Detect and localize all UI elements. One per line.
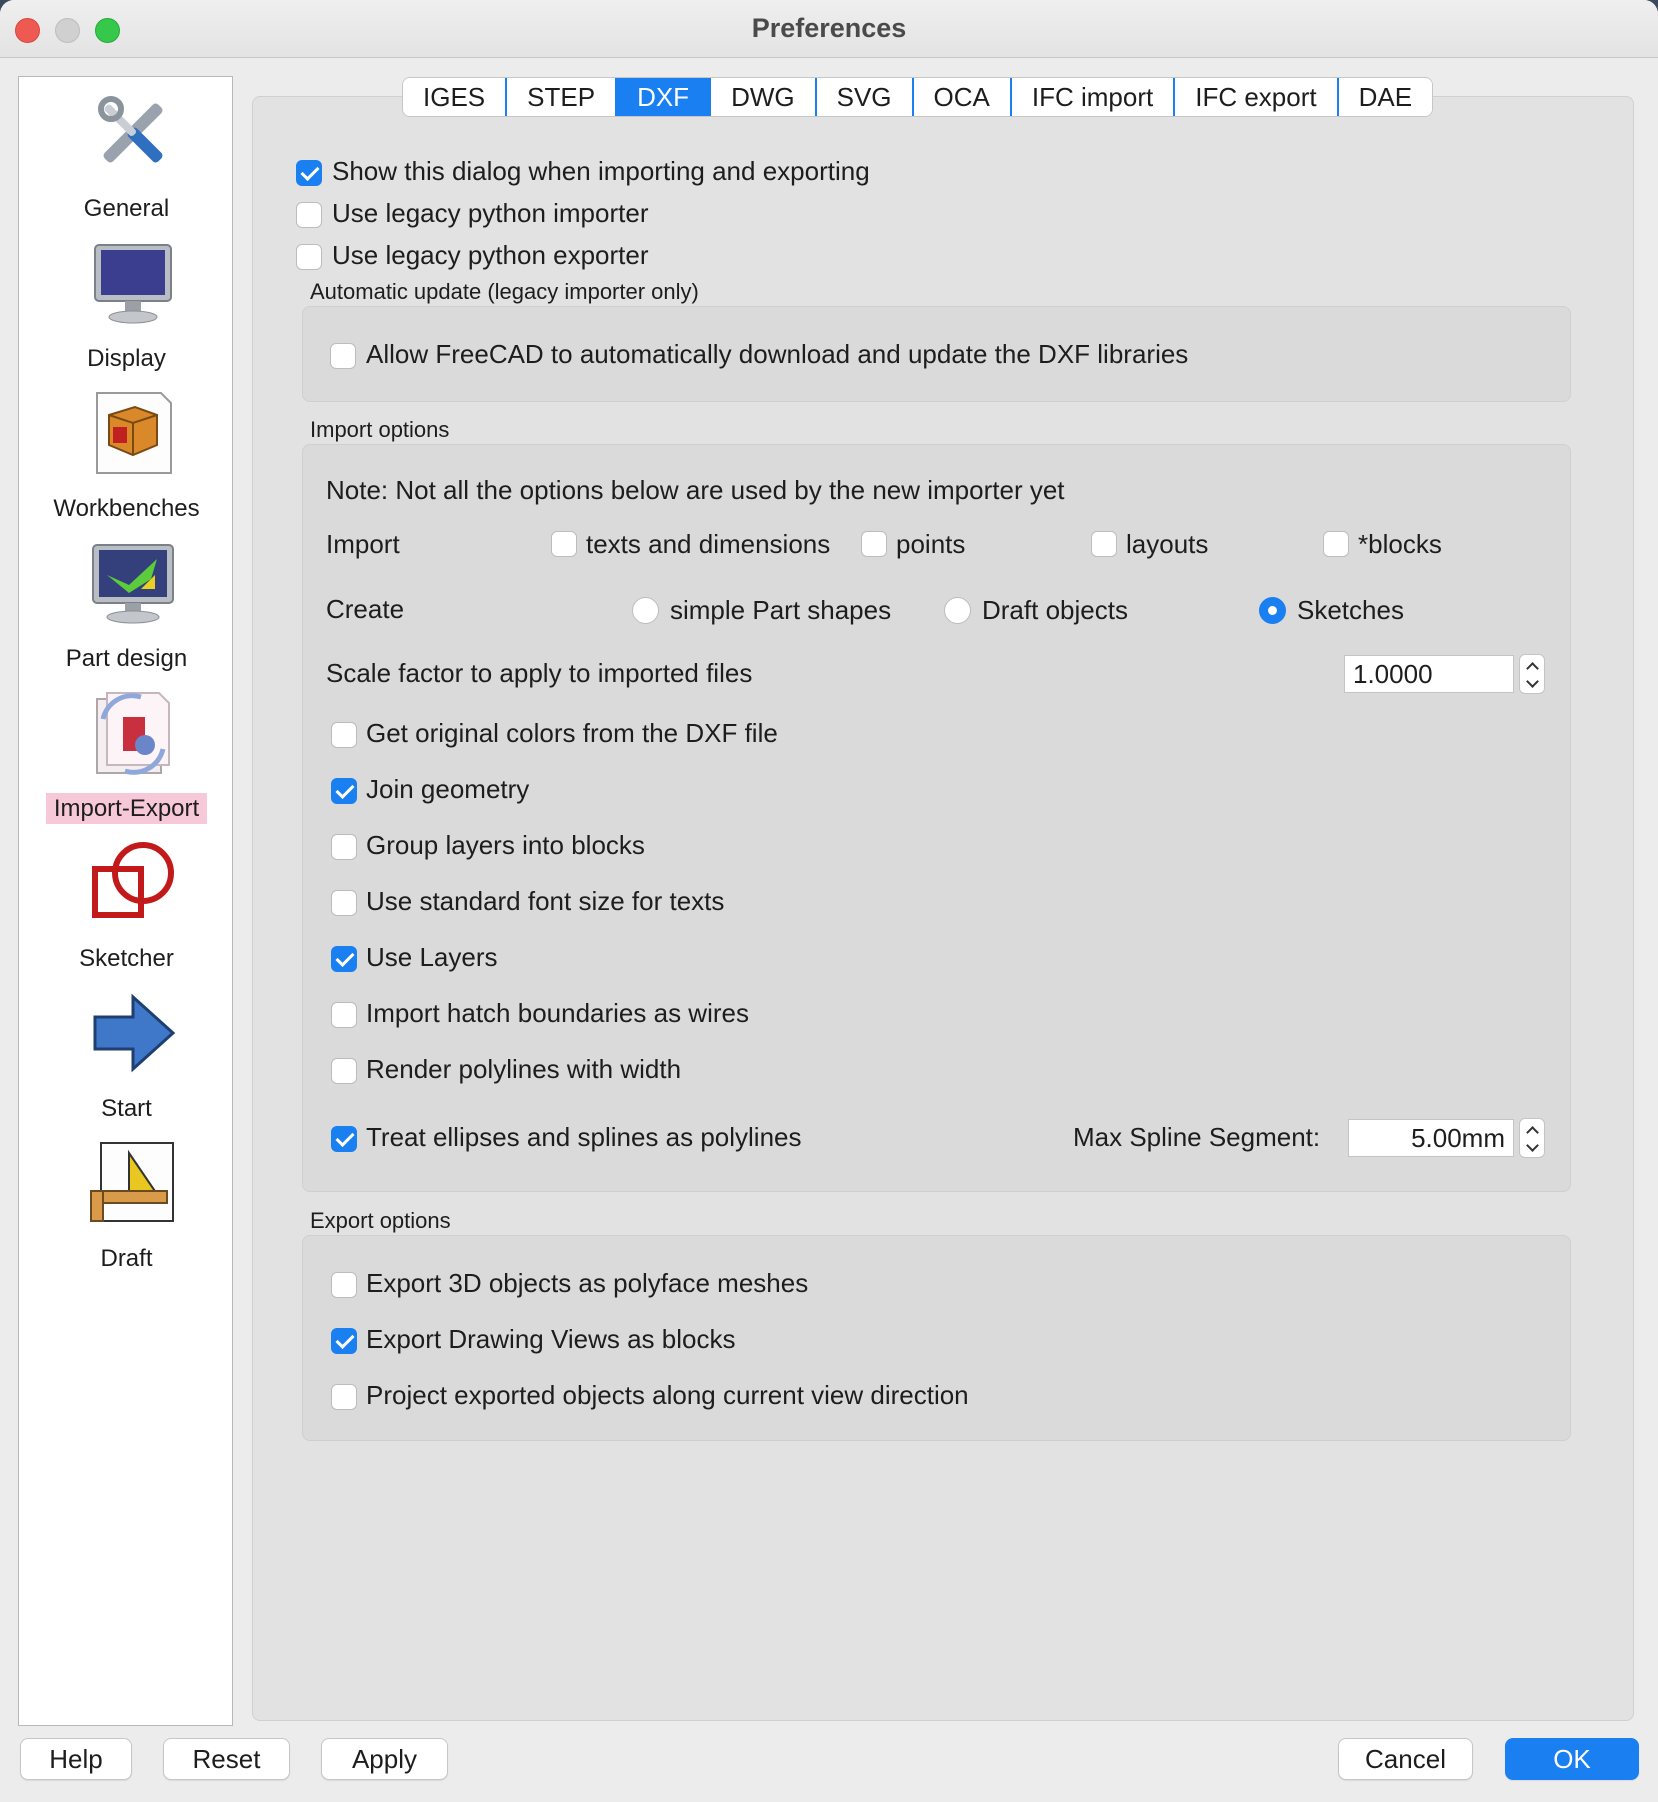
tools-icon [98,96,163,163]
use-layers-checkbox[interactable] [331,946,357,972]
create-row-label: Create [326,594,405,624]
join-geometry-checkbox[interactable] [331,778,357,804]
import-export-icon [96,692,170,775]
import-layouts-label: layouts [1126,529,1209,559]
polyface-meshes-label: Export 3D objects as polyface meshes [366,1268,809,1298]
part-design-icon [92,544,174,624]
sketcher-icon [92,842,174,918]
import-texts-label: texts and dimensions [586,529,831,559]
scale-factor-input[interactable]: 1.0000 [1344,655,1514,693]
polylines-width-checkbox[interactable] [331,1058,357,1084]
reset-button[interactable]: Reset [163,1738,290,1780]
import-note: Note: Not all the options below are used… [326,475,1065,505]
allow-download-label: Allow FreeCAD to automatically download … [366,339,1189,369]
sidebar-item-label: Part design [65,645,188,672]
create-draft-objects-radio[interactable] [944,597,971,624]
create-part-shapes-radio[interactable] [632,597,659,624]
ok-button[interactable]: OK [1505,1738,1639,1780]
help-button[interactable]: Help [20,1738,132,1780]
tab-ifc-import[interactable]: IFC import [1011,78,1176,116]
use-layers-label: Use Layers [366,942,498,972]
tab-dae[interactable]: DAE [1338,78,1433,116]
sidebar-item-label: Display [87,345,166,372]
tab-oca[interactable]: OCA [913,78,1012,116]
max-spline-label: Max Spline Segment: [1073,1122,1321,1152]
sidebar-item-start[interactable]: Start [19,989,234,1129]
legacy-importer-checkbox[interactable] [296,202,322,228]
draft-icon [90,1142,174,1222]
legacy-importer-label: Use legacy python importer [332,198,649,228]
max-spline-stepper[interactable] [1519,1118,1545,1158]
tab-ifc-export[interactable]: IFC export [1175,78,1339,116]
apply-button[interactable]: Apply [321,1738,448,1780]
original-colors-checkbox[interactable] [331,722,357,748]
tab-iges[interactable]: IGES [403,78,508,116]
sidebar-item-label: Import-Export [19,793,234,824]
tab-step[interactable]: STEP [507,78,618,116]
join-geometry-label: Join geometry [366,774,530,804]
sidebar-item-label: General [83,195,170,222]
create-part-shapes-label: simple Part shapes [670,595,892,625]
auto-update-group-title: Automatic update (legacy importer only) [310,279,699,304]
tab-dxf[interactable]: DXF [617,78,712,116]
group-layers-checkbox[interactable] [331,834,357,860]
title-bar: Preferences [0,0,1658,58]
cancel-button[interactable]: Cancel [1338,1738,1473,1780]
monitor-icon [94,244,172,324]
window-title: Preferences [751,13,907,43]
max-spline-input[interactable]: 5.00mm [1348,1119,1514,1157]
import-points-label: points [896,529,966,559]
tab-dwg[interactable]: DWG [711,78,817,116]
drawing-views-blocks-checkbox[interactable] [331,1328,357,1354]
import-texts-checkbox[interactable] [551,531,577,557]
scale-factor-stepper[interactable] [1519,654,1545,694]
sidebar-item-draft[interactable]: Draft [19,1139,234,1279]
tab-svg[interactable]: SVG [816,78,914,116]
ellipses-polylines-checkbox[interactable] [331,1126,357,1152]
import-row-label: Import [326,529,400,559]
format-tabs: IGES STEP DXF DWG SVG OCA IFC import IFC… [402,77,1434,117]
standard-font-size-label: Use standard font size for texts [366,886,725,916]
export-options-group-title: Export options [310,1208,451,1233]
scale-factor-label: Scale factor to apply to imported files [326,658,753,688]
sidebar-item-display[interactable]: Display [19,239,234,379]
hatch-boundaries-checkbox[interactable] [331,1002,357,1028]
sidebar-item-import-export[interactable]: Import-Export [19,689,234,829]
standard-font-size-checkbox[interactable] [331,890,357,916]
preferences-sidebar: General Display Workbenches Part design … [18,76,233,1726]
polylines-width-label: Render polylines with width [366,1054,682,1084]
drawing-views-blocks-label: Export Drawing Views as blocks [366,1324,736,1354]
import-options-group-title: Import options [310,417,450,442]
show-dialog-checkbox[interactable] [296,160,322,186]
project-view-direction-checkbox[interactable] [331,1384,357,1410]
group-layers-label: Group layers into blocks [366,830,645,860]
allow-download-checkbox[interactable] [330,343,356,369]
sidebar-item-part-design[interactable]: Part design [19,539,234,679]
create-sketches-label: Sketches [1297,595,1404,625]
arrow-right-icon [93,993,176,1073]
hatch-boundaries-label: Import hatch boundaries as wires [366,998,749,1028]
sidebar-item-sketcher[interactable]: Sketcher [19,839,234,979]
create-draft-objects-label: Draft objects [982,595,1128,625]
ellipses-polylines-label: Treat ellipses and splines as polylines [366,1122,802,1152]
import-points-checkbox[interactable] [861,531,887,557]
sidebar-item-label: Sketcher [79,945,174,972]
legacy-exporter-checkbox[interactable] [296,244,322,270]
show-dialog-label: Show this dialog when importing and expo… [332,156,870,186]
polyface-meshes-checkbox[interactable] [331,1272,357,1298]
original-colors-label: Get original colors from the DXF file [366,718,778,748]
create-sketches-radio[interactable] [1259,597,1286,624]
import-blocks-label: *blocks [1358,529,1442,559]
legacy-exporter-label: Use legacy python exporter [332,240,649,270]
project-view-direction-label: Project exported objects along current v… [366,1380,969,1410]
import-layouts-checkbox[interactable] [1091,531,1117,557]
package-icon [96,392,172,474]
sidebar-item-general[interactable]: General [19,89,234,229]
import-blocks-checkbox[interactable] [1323,531,1349,557]
preferences-window: Preferences General Display Workbenches … [0,0,1658,1802]
sidebar-item-workbenches[interactable]: Workbenches [19,389,234,529]
sidebar-item-label: Start [101,1095,152,1122]
sidebar-item-label: Draft [100,1245,153,1272]
sidebar-item-label: Workbenches [53,495,200,522]
